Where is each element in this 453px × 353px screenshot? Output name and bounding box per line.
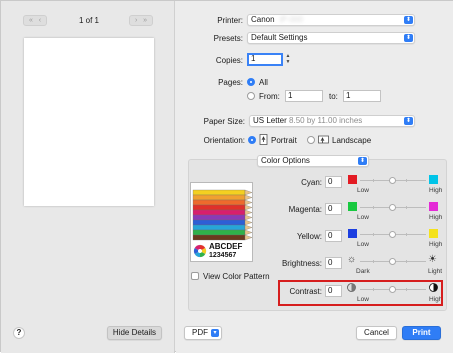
paper-size-label: Paper Size: <box>203 117 245 126</box>
landscape-icon <box>318 135 329 144</box>
green-swatch-icon <box>348 202 357 211</box>
pages-label: Pages: <box>218 78 243 87</box>
first-page-icon[interactable]: « <box>29 16 33 25</box>
prev-page-icon[interactable]: ‹ <box>39 16 41 25</box>
yellow-swatch-icon <box>429 229 438 238</box>
presets-value: Default Settings <box>251 33 308 42</box>
paper-size-value: US Letter <box>253 116 287 125</box>
yellow-high-label: High <box>429 241 443 248</box>
copies-stepper[interactable]: ▲ ▼ <box>285 53 291 65</box>
sample-text-digits: 1234567 <box>209 252 237 259</box>
magenta-label: Magenta: <box>288 205 322 214</box>
pages-to-label: to: <box>329 92 338 101</box>
preview-forward-buttons[interactable]: › » <box>129 15 153 26</box>
pages-all-radio[interactable] <box>247 78 255 86</box>
printer-label: Printer: <box>217 16 243 25</box>
brightness-value-field[interactable]: 0 <box>325 257 342 269</box>
yellow-low-label: Low <box>357 241 369 248</box>
preview-pane: « ‹ 1 of 1 › » ? Hide Details <box>1 1 175 353</box>
yellow-value-field[interactable]: 0 <box>325 230 342 242</box>
presets-popup[interactable]: Default Settings ⬍ <box>247 32 415 44</box>
sun-bright-icon: ☀ <box>428 254 437 265</box>
portrait-label: Portrait <box>271 136 297 145</box>
view-color-pattern-label: View Color Pattern <box>203 272 270 281</box>
printer-popup[interactable]: Canon iP-000 ⬍ <box>247 14 415 26</box>
magenta-swatch-icon <box>429 202 438 211</box>
next-page-icon[interactable]: › <box>135 16 137 25</box>
contrast-highlight-box <box>278 280 443 306</box>
view-color-pattern-checkbox[interactable] <box>191 272 199 280</box>
sample-text-letters: ABCDEF <box>209 242 243 251</box>
pages-from-label: From: <box>259 92 280 101</box>
preview-back-buttons[interactable]: « ‹ <box>23 15 47 26</box>
landscape-label: Landscape <box>332 136 372 145</box>
hide-details-button[interactable]: Hide Details <box>107 326 162 340</box>
pdf-label: PDF <box>192 328 208 337</box>
page-counter: 1 of 1 <box>78 16 99 25</box>
paper-size-detail: 8.50 by 11.00 inches <box>289 116 363 125</box>
pages-all-label: All <box>259 78 268 87</box>
copies-label: Copies: <box>215 56 243 65</box>
pages-from-field[interactable]: 1 <box>285 90 323 102</box>
color-sample-image: ABCDEF 1234567 <box>190 182 253 262</box>
cyan-label: Cyan: <box>301 178 322 187</box>
magenta-slider-knob[interactable] <box>389 204 396 211</box>
brightness-label: Brightness: <box>281 259 322 268</box>
color-options-value: Color Options <box>261 156 310 165</box>
color-options-popup[interactable]: Color Options ⬍ <box>257 155 369 167</box>
pages-to-field[interactable]: 1 <box>343 90 381 102</box>
pages-range-radio[interactable] <box>247 92 255 100</box>
chevron-updown-icon: ⬍ <box>404 117 413 125</box>
magenta-low-label: Low <box>357 214 369 221</box>
brightness-dark-label: Dark <box>356 268 370 275</box>
last-page-icon[interactable]: » <box>143 16 147 25</box>
yellow-label: Yellow: <box>296 232 322 241</box>
brightness-slider-knob[interactable] <box>389 258 396 265</box>
portrait-icon <box>259 134 268 145</box>
pdf-menu-button[interactable]: PDF ▾ <box>184 326 222 340</box>
copies-field[interactable]: 1 <box>247 53 283 66</box>
printer-name: Canon <box>251 15 275 24</box>
printer-model-redacted: iP-000 <box>279 15 303 24</box>
chevron-down-icon: ▾ <box>211 329 219 337</box>
chevron-updown-icon: ⬍ <box>404 34 413 42</box>
print-dialog: « ‹ 1 of 1 › » ? Hide Details Printer: C… <box>0 0 453 353</box>
magenta-value-field[interactable]: 0 <box>325 203 342 215</box>
magenta-high-label: High <box>429 214 443 221</box>
cyan-value-field[interactable]: 0 <box>325 176 342 188</box>
chevron-updown-icon: ⬍ <box>404 16 413 24</box>
cyan-low-label: Low <box>357 187 369 194</box>
paper-size-popup[interactable]: US Letter 8.50 by 11.00 inches ⬍ <box>249 115 415 127</box>
cyan-high-label: High <box>429 187 443 194</box>
presets-label: Presets: <box>213 34 243 43</box>
landscape-radio[interactable] <box>307 136 315 144</box>
red-swatch-icon <box>348 175 357 184</box>
brightness-light-label: Light <box>428 268 443 275</box>
cancel-button[interactable]: Cancel <box>356 326 397 340</box>
chevron-updown-icon: ⬍ <box>358 157 367 165</box>
portrait-radio[interactable] <box>248 136 256 144</box>
cyan-slider-knob[interactable] <box>389 177 396 184</box>
sun-dark-icon: ☼ <box>347 254 357 265</box>
print-button[interactable]: Print <box>402 326 441 340</box>
page-preview <box>24 38 154 206</box>
yellow-slider-knob[interactable] <box>389 231 396 238</box>
help-button[interactable]: ? <box>13 327 25 339</box>
cyan-swatch-icon <box>429 175 438 184</box>
orientation-label: Orientation: <box>203 136 245 145</box>
blue-swatch-icon <box>348 229 357 238</box>
